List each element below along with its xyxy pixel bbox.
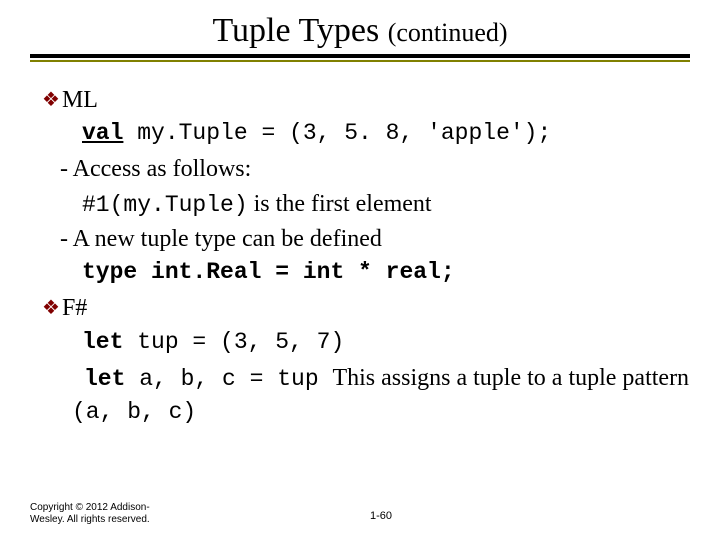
code-pattern-abc: (a, b, c) <box>72 399 196 425</box>
sub-newtype: - A new tuple type can be defined <box>60 223 690 255</box>
keyword-let-2: let <box>84 366 125 392</box>
copyright-footer: Copyright © 2012 Addison-Wesley. All rig… <box>30 502 170 526</box>
text-assign-tail: This assigns a tuple to a tuple pattern <box>332 365 689 391</box>
line-first-element: #1(my.Tuple) is the first element <box>82 188 690 221</box>
code-type-intreal: type int.Real = int * real; <box>82 257 690 288</box>
sub-access: - Access as follows: <box>60 153 690 185</box>
slide-title: Tuple Types (continued) <box>30 12 690 50</box>
code-let-tup: let tup = (3, 5, 7) <box>82 327 690 358</box>
line-assign: let a, b, c = tup This assigns a tuple t… <box>72 362 690 428</box>
title-continued: (continued) <box>388 18 508 47</box>
code-hash1: #1(my.Tuple) <box>82 192 248 218</box>
content-area: ❖ML val my.Tuple = (3, 5. 8, 'apple'); -… <box>30 84 690 428</box>
rule-top <box>30 54 690 58</box>
code-val-mytuple: val my.Tuple = (3, 5. 8, 'apple'); <box>82 118 690 149</box>
diamond-icon: ❖ <box>42 295 60 322</box>
bullet-ml: ❖ML <box>42 84 690 116</box>
bullet-ml-label: ML <box>62 87 98 113</box>
bullet-fsharp: ❖F# <box>42 292 690 324</box>
title-main: Tuple Types <box>212 12 387 49</box>
text-first-element: is the first element <box>248 191 432 217</box>
diamond-icon: ❖ <box>42 87 60 114</box>
keyword-val: val <box>82 120 123 146</box>
code-let-abc-rest: a, b, c = tup <box>125 366 332 392</box>
slide-number: 1-60 <box>370 510 392 522</box>
rule-accent <box>30 60 690 62</box>
bullet-fsharp-label: F# <box>62 295 87 321</box>
code-val-rest: my.Tuple = (3, 5. 8, 'apple'); <box>123 120 551 146</box>
keyword-let-1: let <box>82 329 123 355</box>
code-let-tup-rest: tup = (3, 5, 7) <box>123 329 344 355</box>
